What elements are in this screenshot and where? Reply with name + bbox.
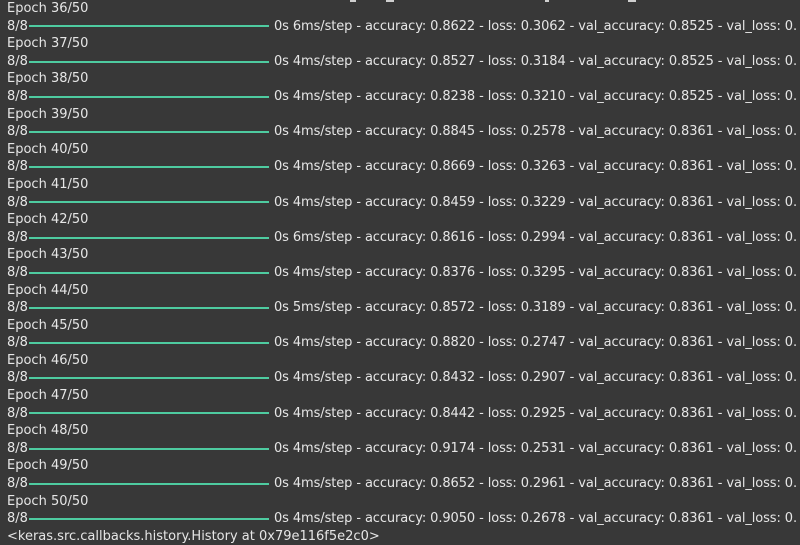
step-count: 8/8 [7, 511, 28, 527]
epoch-metrics: 0s 4ms/step - accuracy: 0.9174 - loss: 0… [274, 440, 797, 456]
epoch-metrics: 0s 4ms/step - accuracy: 0.8238 - loss: 0… [274, 88, 797, 104]
epoch-progress-line: 8/8 0s 4ms/step - accuracy: 0.8432 - loss… [7, 369, 797, 387]
epoch-progress-line: 8/8 0s 4ms/step - accuracy: 0.8238 - loss… [7, 88, 797, 106]
epoch-metrics: 0s 4ms/step - accuracy: 0.8820 - loss: 0… [274, 335, 797, 351]
epoch-metrics: 0s 4ms/step - accuracy: 0.8442 - loss: 0… [274, 405, 797, 421]
step-count: 8/8 [7, 18, 28, 34]
epoch-progress-line: 8/8 0s 4ms/step - accuracy: 0.8459 - loss… [7, 194, 797, 212]
epoch-header: Epoch 41/50 [7, 176, 89, 192]
step-count: 8/8 [7, 159, 28, 175]
epoch-progress-line: 8/8 0s 4ms/step - accuracy: 0.8669 - loss… [7, 158, 797, 176]
epoch-progress-line: 8/8 0s 4ms/step - accuracy: 0.8845 - loss… [7, 123, 797, 141]
notebook-output: { "epochs": [ {"epoch": "Epoch 36/50", "… [0, 0, 800, 544]
epoch-progress-line: 8/8 0s 4ms/step - accuracy: 0.8376 - loss… [7, 264, 797, 282]
step-count: 8/8 [7, 440, 28, 456]
step-count: 8/8 [7, 194, 28, 210]
training-log: Epoch 36/50 8/8 0s 6ms/step - accuracy: 0.… [7, 0, 797, 545]
epoch-progress-line: 8/8 0s 4ms/step - accuracy: 0.8442 - loss… [7, 405, 797, 423]
epoch-metrics: 0s 4ms/step - accuracy: 0.8845 - loss: 0… [274, 124, 797, 140]
progress-bar [29, 236, 269, 239]
epoch-header: Epoch 48/50 [7, 423, 89, 439]
progress-bar [29, 130, 269, 133]
epoch-metrics: 0s 4ms/step - accuracy: 0.8459 - loss: 0… [274, 194, 797, 210]
progress-bar [29, 482, 269, 485]
epoch-header: Epoch 50/50 [7, 493, 89, 509]
progress-bar [29, 377, 269, 380]
epoch-metrics: 0s 4ms/step - accuracy: 0.8376 - loss: 0… [274, 264, 797, 280]
progress-bar [29, 412, 269, 415]
epoch-header: Epoch 46/50 [7, 352, 89, 368]
progress-bar [29, 95, 269, 98]
return-value-output: <keras.src.callbacks.history.History at … [7, 528, 380, 544]
progress-bar [29, 60, 269, 63]
progress-bar [29, 271, 269, 274]
epoch-progress-line: 8/8 0s 4ms/step - accuracy: 0.9174 - loss… [7, 440, 797, 458]
epoch-header: Epoch 42/50 [7, 212, 89, 228]
step-count: 8/8 [7, 264, 28, 280]
step-count: 8/8 [7, 88, 28, 104]
epoch-metrics: 0s 4ms/step - accuracy: 0.8669 - loss: 0… [274, 159, 797, 175]
progress-bar [29, 166, 269, 169]
progress-bar [29, 25, 269, 28]
epoch-metrics: 0s 6ms/step - accuracy: 0.8622 - loss: 0… [274, 18, 797, 34]
epoch-progress-line: 8/8 0s 6ms/step - accuracy: 0.8616 - loss… [7, 229, 797, 247]
progress-bar [29, 447, 269, 450]
step-count: 8/8 [7, 476, 28, 492]
epoch-header: Epoch 47/50 [7, 388, 89, 404]
epoch-header: Epoch 49/50 [7, 458, 89, 474]
step-count: 8/8 [7, 300, 28, 316]
epoch-header: Epoch 40/50 [7, 141, 89, 157]
epoch-header: Epoch 37/50 [7, 36, 89, 52]
step-count: 8/8 [7, 53, 28, 69]
epoch-header: Epoch 44/50 [7, 282, 89, 298]
progress-bar [29, 306, 269, 309]
epoch-metrics: 0s 4ms/step - accuracy: 0.8527 - loss: 0… [274, 53, 797, 69]
progress-bar [29, 518, 269, 521]
epoch-progress-line: 8/8 0s 5ms/step - accuracy: 0.8572 - loss… [7, 299, 797, 317]
epoch-progress-line: 8/8 0s 4ms/step - accuracy: 0.9050 - loss… [7, 510, 797, 528]
step-count: 8/8 [7, 370, 28, 386]
step-count: 8/8 [7, 335, 28, 351]
epoch-progress-line: 8/8 0s 6ms/step - accuracy: 0.8622 - loss… [7, 18, 797, 36]
epoch-metrics: 0s 6ms/step - accuracy: 0.8616 - loss: 0… [274, 229, 797, 245]
epoch-metrics: 0s 4ms/step - accuracy: 0.8432 - loss: 0… [274, 370, 797, 386]
progress-bar [29, 342, 269, 345]
epoch-metrics: 0s 4ms/step - accuracy: 0.9050 - loss: 0… [274, 511, 797, 527]
step-count: 8/8 [7, 229, 28, 245]
epoch-header: Epoch 38/50 [7, 71, 89, 87]
epoch-metrics: 0s 5ms/step - accuracy: 0.8572 - loss: 0… [274, 300, 797, 316]
epoch-progress-line: 8/8 0s 4ms/step - accuracy: 0.8820 - loss… [7, 334, 797, 352]
epoch-progress-line: 8/8 0s 4ms/step - accuracy: 0.8527 - loss… [7, 53, 797, 71]
epoch-header: Epoch 36/50 [7, 1, 89, 16]
progress-bar [29, 201, 269, 204]
epoch-header: Epoch 39/50 [7, 106, 89, 122]
epoch-progress-line: 8/8 0s 4ms/step - accuracy: 0.8652 - loss… [7, 475, 797, 493]
epoch-metrics: 0s 4ms/step - accuracy: 0.8652 - loss: 0… [274, 476, 797, 492]
epoch-header: Epoch 45/50 [7, 317, 89, 333]
epoch-header: Epoch 43/50 [7, 247, 89, 263]
step-count: 8/8 [7, 405, 28, 421]
step-count: 8/8 [7, 124, 28, 140]
